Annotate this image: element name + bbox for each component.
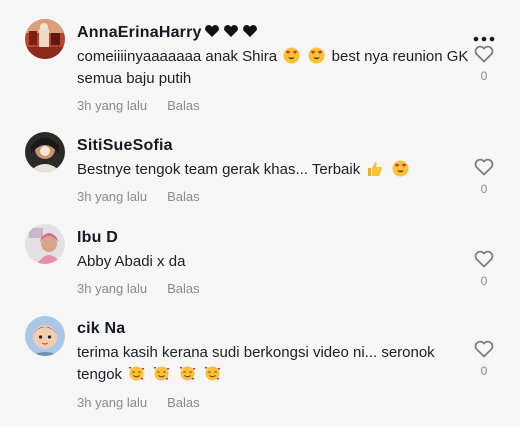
comment-username[interactable]: AnnaErinaHarry xyxy=(77,24,258,43)
comment-timestamp: 3h yang lalu xyxy=(77,98,148,113)
comment-text: terima kasih kerana sudi berkongsi video… xyxy=(77,344,435,383)
like-count: 0 xyxy=(480,364,488,378)
comment-username[interactable]: Ibu D xyxy=(77,229,118,247)
heart-eyes-emoji xyxy=(283,47,300,64)
smiling-face-hearts-emoji xyxy=(153,365,170,382)
comment-timestamp: 3h yang lalu xyxy=(77,189,148,204)
smiling-face-hearts-emoji xyxy=(204,365,221,382)
heart-eyes-emoji xyxy=(308,47,325,64)
comment-username[interactable]: SitiSueSofia xyxy=(77,137,173,155)
like-button[interactable]: 0 xyxy=(472,45,496,83)
comment-meta: 3h yang lalu Balas xyxy=(77,189,200,204)
reply-button[interactable]: Balas xyxy=(167,98,200,113)
avatar[interactable] xyxy=(25,316,65,356)
smiling-face-hearts-emoji xyxy=(179,365,196,382)
avatar[interactable] xyxy=(25,19,65,59)
heart-outline-icon xyxy=(474,250,494,268)
reply-button[interactable]: Balas xyxy=(167,281,200,296)
comment-timestamp: 3h yang lalu xyxy=(77,395,148,410)
comment-meta: 3h yang lalu Balas xyxy=(77,98,200,113)
comment-username[interactable]: cik Na xyxy=(77,320,125,338)
heart-outline-icon xyxy=(474,45,494,63)
like-button[interactable]: 0 xyxy=(472,340,496,378)
heart-outline-icon xyxy=(474,340,494,358)
smiling-face-hearts-emoji xyxy=(128,365,145,382)
more-options-icon[interactable] xyxy=(473,29,495,42)
comment-meta: 3h yang lalu Balas xyxy=(77,281,200,296)
comment-text: comeiiiinyaaaaaaa anak Shira best nya re… xyxy=(77,47,469,87)
comment-meta: 3h yang lalu Balas xyxy=(77,395,200,410)
like-button[interactable]: 0 xyxy=(472,250,496,288)
comment-timestamp: 3h yang lalu xyxy=(77,281,148,296)
comment-text: Bestnye tengok team gerak khas... Terbai… xyxy=(77,159,477,181)
like-count: 0 xyxy=(480,182,488,196)
reply-button[interactable]: Balas xyxy=(167,189,200,204)
heart-outline-icon xyxy=(474,158,494,176)
like-count: 0 xyxy=(480,274,488,288)
avatar[interactable] xyxy=(25,224,65,264)
black-heart-icon xyxy=(204,24,258,43)
comment-text: Abby Abadi x da xyxy=(77,253,186,270)
avatar[interactable] xyxy=(25,132,65,172)
like-button[interactable]: 0 xyxy=(472,158,496,196)
like-count: 0 xyxy=(480,69,488,83)
reply-button[interactable]: Balas xyxy=(167,395,200,410)
thumbs-up-emoji xyxy=(366,160,383,177)
heart-eyes-emoji xyxy=(392,160,409,177)
